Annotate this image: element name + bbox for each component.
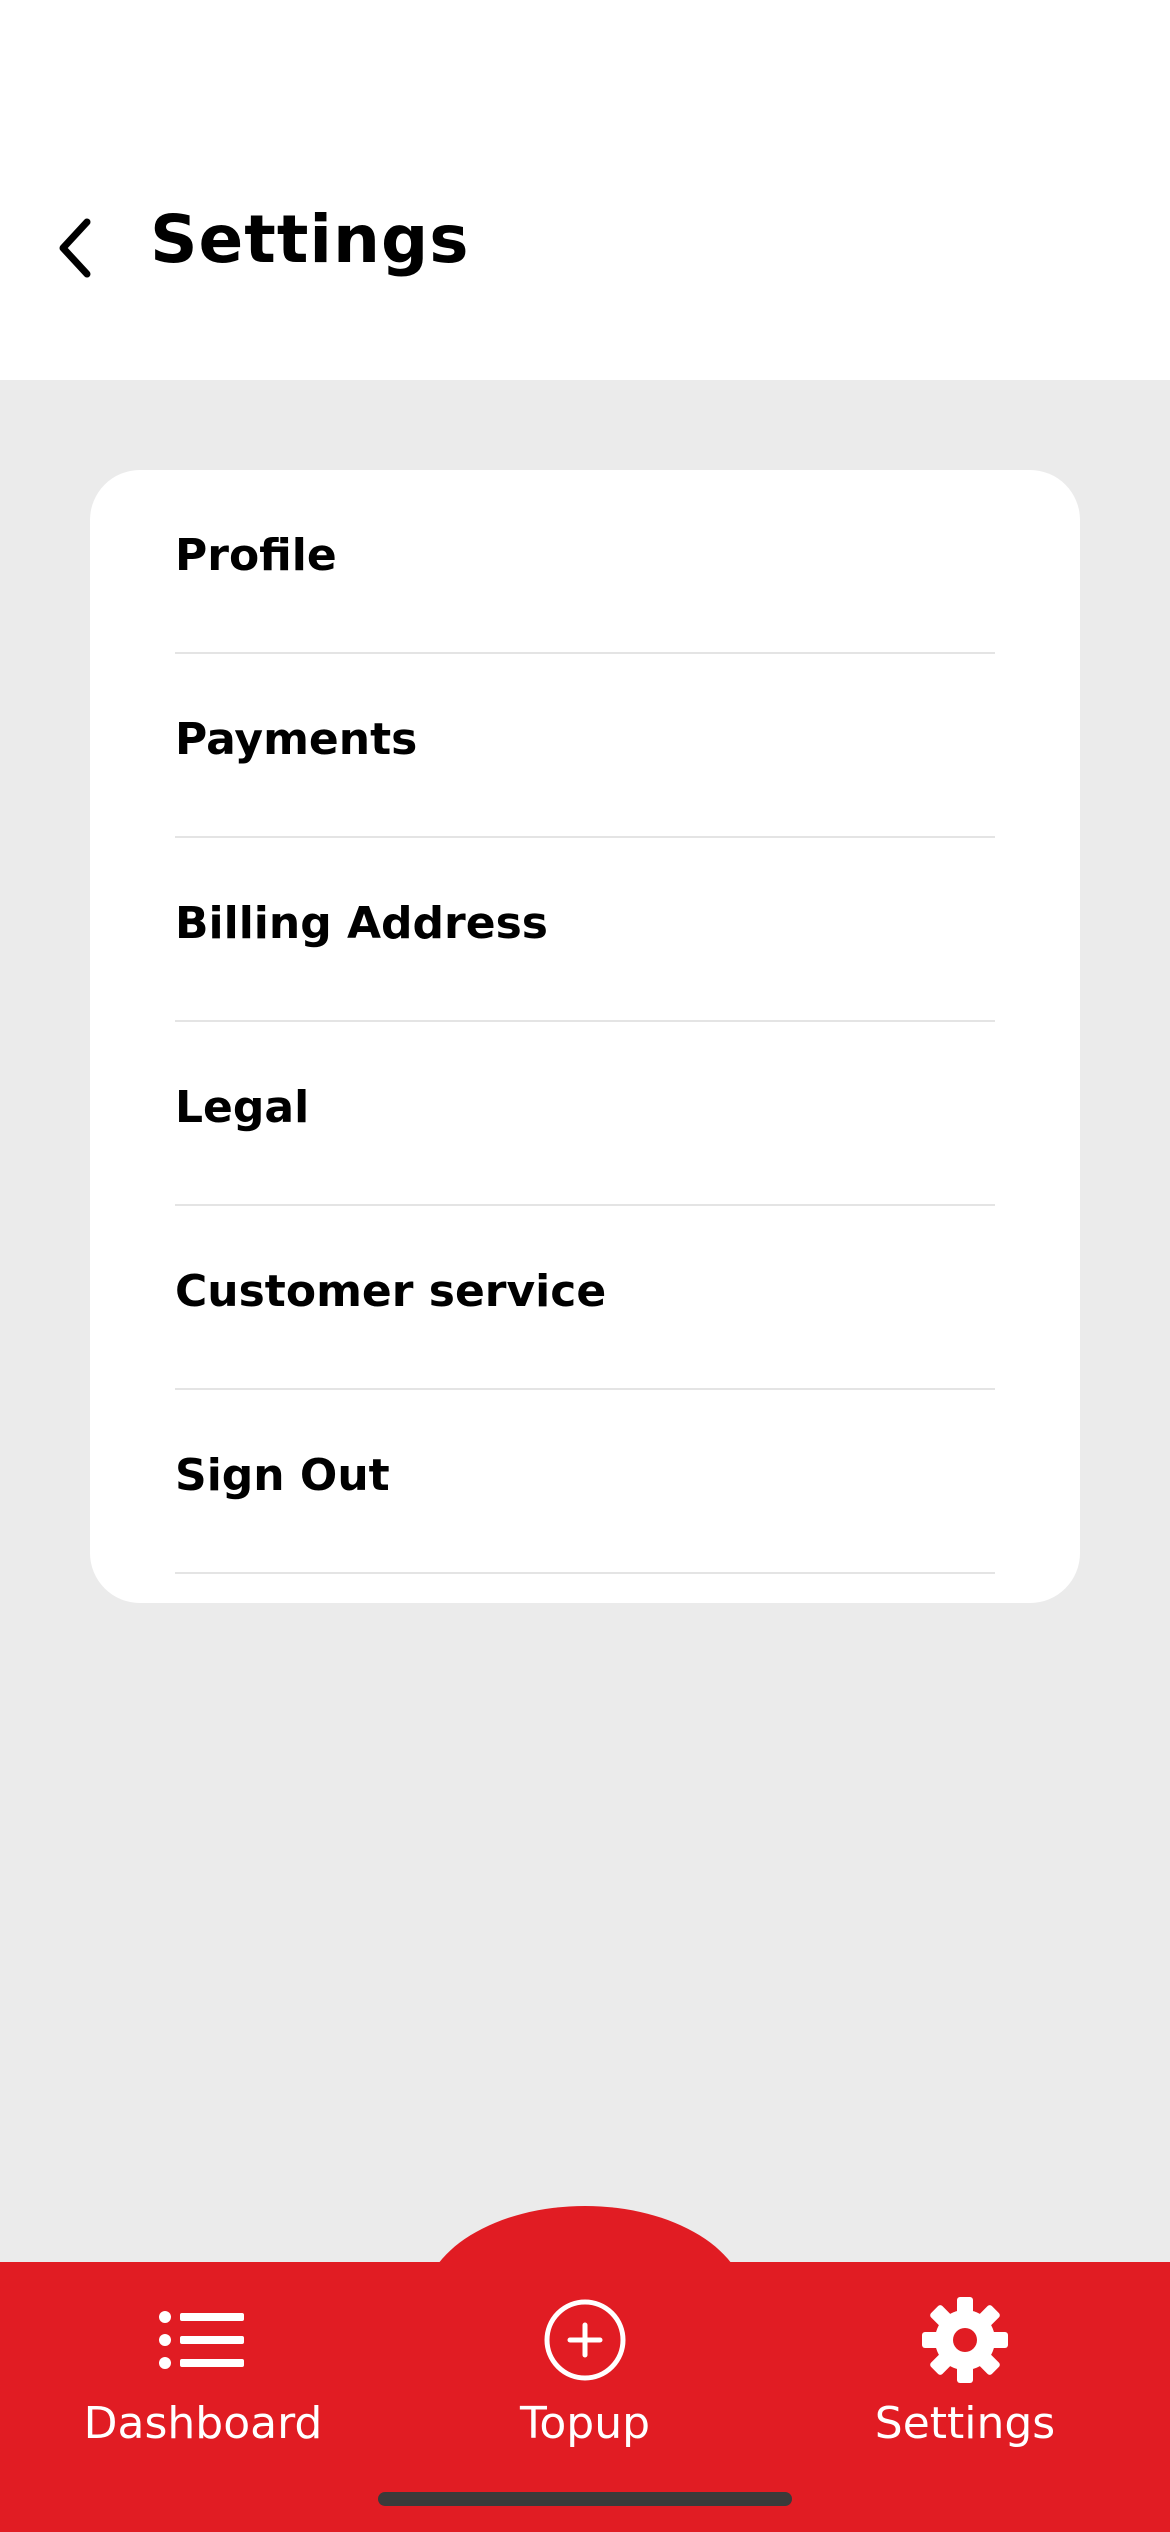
menu-item-sign-out[interactable]: Sign Out (175, 1390, 995, 1574)
menu-item-label: Payments (175, 713, 418, 765)
tab-topup[interactable]: Topup (435, 2290, 735, 2470)
menu-item-customer-service[interactable]: Customer service (175, 1206, 995, 1390)
list-icon (153, 2290, 253, 2390)
settings-menu-card: Profile Payments Billing Address Legal C… (90, 470, 1080, 1603)
menu-item-label: Sign Out (175, 1449, 390, 1501)
menu-item-billing-address[interactable]: Billing Address (175, 838, 995, 1022)
home-indicator (378, 2492, 792, 2506)
chevron-left-icon (59, 218, 91, 278)
tab-dashboard[interactable]: Dashboard (53, 2290, 353, 2470)
header: Settings (0, 0, 1170, 380)
menu-item-label: Legal (175, 1081, 310, 1133)
menu-item-profile[interactable]: Profile (175, 470, 995, 654)
tab-label: Topup (519, 2398, 651, 2449)
tab-label: Settings (874, 2398, 1056, 2449)
menu-item-label: Customer service (175, 1265, 607, 1317)
menu-item-label: Billing Address (175, 897, 548, 949)
content-area: Profile Payments Billing Address Legal C… (0, 380, 1170, 2262)
back-button[interactable] (40, 200, 110, 296)
tab-label: Dashboard (83, 2398, 323, 2449)
page-title: Settings (150, 201, 470, 278)
tab-settings[interactable]: Settings (815, 2290, 1115, 2470)
gear-icon (915, 2290, 1015, 2390)
menu-item-payments[interactable]: Payments (175, 654, 995, 838)
menu-item-label: Profile (175, 529, 337, 581)
menu-item-legal[interactable]: Legal (175, 1022, 995, 1206)
plus-circle-icon (535, 2290, 635, 2390)
